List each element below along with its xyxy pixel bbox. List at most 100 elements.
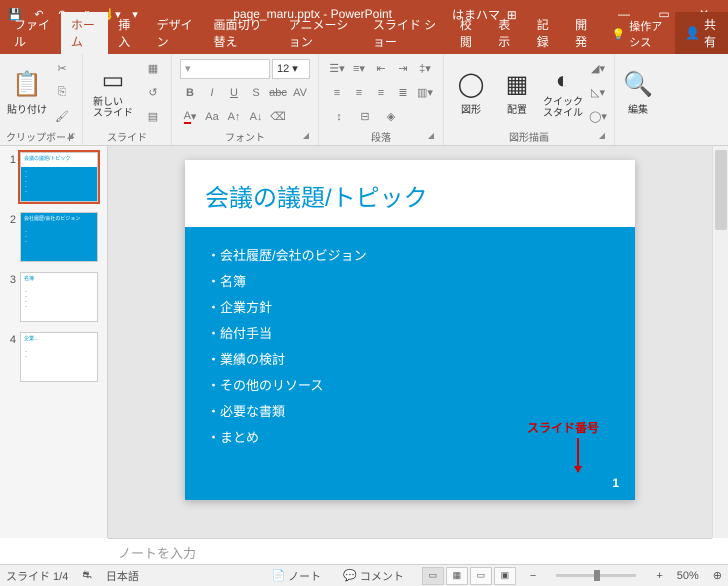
shape-effects-button[interactable]: ◯▾: [588, 107, 608, 127]
group-drawing: ◯図形 ▦配置 ◐クイック スタイル ◢▾ ◺▾ ◯▾ 図形描画 ◢: [444, 54, 615, 145]
scrollbar-thumb[interactable]: [715, 150, 727, 230]
text-direction-button[interactable]: ↕: [327, 107, 351, 127]
new-slide-button[interactable]: ▭ 新しい スライド: [89, 60, 137, 126]
notes-toggle[interactable]: 📄 ノート: [267, 568, 325, 584]
strikethrough-button[interactable]: abc: [268, 83, 288, 103]
copy-icon[interactable]: ⎘: [52, 83, 72, 103]
editing-button[interactable]: 🔍編集: [621, 60, 655, 126]
smartart-button[interactable]: ◈: [379, 107, 403, 127]
tab-animations[interactable]: アニメーション: [279, 12, 363, 54]
layout-icon[interactable]: ▦: [141, 59, 165, 79]
workspace: 1 会議の議題/トピック ・・・・・ 2 会社履歴/会社のビジョン ・・・ 3 …: [0, 146, 728, 538]
quick-styles-button[interactable]: ◐クイック スタイル: [542, 60, 584, 126]
italic-button[interactable]: I: [202, 83, 222, 103]
thumb-number: 3: [4, 272, 16, 322]
reset-icon[interactable]: ↺: [141, 83, 165, 103]
language-indicator[interactable]: 日本語: [106, 568, 139, 584]
tab-file[interactable]: ファイル: [4, 12, 61, 54]
group-editing: 🔍編集: [615, 54, 661, 145]
thumbnail-pane[interactable]: 1 会議の議題/トピック ・・・・・ 2 会社履歴/会社のビジョン ・・・ 3 …: [0, 146, 108, 538]
annotation-arrow: [577, 438, 579, 472]
paragraph-launcher-icon[interactable]: ◢: [425, 131, 437, 143]
clipboard-launcher-icon[interactable]: ◢: [64, 131, 76, 143]
tab-view[interactable]: 表示: [488, 12, 526, 54]
paste-button[interactable]: 📋 貼り付け: [6, 60, 48, 126]
tell-me-search[interactable]: 💡 操作アシス: [604, 14, 675, 54]
thumb-preview: 企業… ・・: [20, 332, 98, 382]
slide-title-placeholder[interactable]: 会議の議題/トピック: [185, 160, 635, 227]
tab-review[interactable]: 校閲: [450, 12, 488, 54]
shapes-button[interactable]: ◯図形: [450, 60, 492, 126]
current-slide[interactable]: 会議の議題/トピック 会社履歴/会社のビジョン 名簿 企業方針 給付手当 業績の…: [185, 160, 635, 500]
group-drawing-label: 図形描画: [509, 129, 549, 144]
align-text-button[interactable]: ⊟: [353, 107, 377, 127]
ribbon: 📋 貼り付け ✂ ⎘ 🖌 クリップボード◢ ▭ 新しい スライド ▦ ↺ ▤ ス…: [0, 54, 728, 146]
cut-icon[interactable]: ✂: [52, 59, 72, 79]
font-launcher-icon[interactable]: ◢: [300, 131, 312, 143]
bullets-button[interactable]: ☰▾: [327, 59, 347, 79]
indent-inc-button[interactable]: ⇥: [393, 59, 413, 79]
align-left-button[interactable]: ≡: [327, 83, 347, 103]
drawing-launcher-icon[interactable]: ◢: [596, 131, 608, 143]
align-right-button[interactable]: ≡: [371, 83, 391, 103]
justify-button[interactable]: ≣: [393, 83, 413, 103]
shadow-button[interactable]: S: [246, 83, 266, 103]
thumbnail-slide-1[interactable]: 1 会議の議題/トピック ・・・・・: [4, 152, 103, 202]
font-size-select[interactable]: 12 ▾: [272, 59, 310, 79]
thumbnail-slide-4[interactable]: 4 企業… ・・: [4, 332, 103, 382]
quick-styles-icon: ◐: [556, 67, 571, 95]
char-spacing-button[interactable]: AV: [290, 83, 310, 103]
section-icon[interactable]: ▤: [141, 107, 165, 127]
tab-transitions[interactable]: 画面切り替え: [203, 12, 278, 54]
vertical-scrollbar[interactable]: [712, 146, 728, 538]
change-case-button[interactable]: Aa: [202, 107, 222, 127]
slideshow-view-button[interactable]: ▣: [494, 567, 516, 585]
shape-fill-button[interactable]: ◢▾: [588, 59, 608, 79]
tab-design[interactable]: デザイン: [147, 12, 204, 54]
reading-view-button[interactable]: ▭: [470, 567, 492, 585]
shape-outline-button[interactable]: ◺▾: [588, 83, 608, 103]
spellcheck-icon[interactable]: ⛐: [82, 569, 92, 583]
tab-slideshow[interactable]: スライド ショー: [363, 12, 450, 54]
format-painter-icon[interactable]: 🖌: [52, 107, 72, 127]
numbering-button[interactable]: ≡▾: [349, 59, 369, 79]
notes-placeholder: ノートを入力: [118, 546, 196, 561]
zoom-in-button[interactable]: +: [656, 570, 662, 582]
group-editing-label: [621, 129, 655, 143]
clear-format-button[interactable]: ⌫: [268, 107, 288, 127]
normal-view-button[interactable]: ▭: [422, 567, 444, 585]
shrink-font-button[interactable]: A↓: [246, 107, 266, 127]
arrange-button[interactable]: ▦配置: [496, 60, 538, 126]
slide-title-text: 会議の議題/トピック: [205, 178, 615, 213]
slide-editing-area[interactable]: 会議の議題/トピック 会社履歴/会社のビジョン 名簿 企業方針 給付手当 業績の…: [108, 146, 712, 538]
columns-button[interactable]: ▥▾: [415, 83, 435, 103]
slide-number: 1: [612, 476, 619, 490]
align-center-button[interactable]: ≡: [349, 83, 369, 103]
fit-to-window-button[interactable]: ⊕: [713, 569, 722, 582]
font-name-select[interactable]: ▾: [180, 59, 270, 79]
zoom-out-button[interactable]: −: [530, 570, 536, 582]
share-button[interactable]: 👤 共有: [675, 12, 728, 54]
grow-font-button[interactable]: A↑: [224, 107, 244, 127]
group-slides-label: スライド: [89, 129, 165, 143]
line-spacing-button[interactable]: ‡▾: [415, 59, 435, 79]
underline-button[interactable]: U: [224, 83, 244, 103]
slide-indicator[interactable]: スライド 1/4: [6, 568, 68, 584]
sorter-view-button[interactable]: ▦: [446, 567, 468, 585]
font-color-button[interactable]: A▾: [180, 107, 200, 127]
zoom-slider[interactable]: [556, 574, 636, 577]
tab-insert[interactable]: 挿入: [108, 12, 146, 54]
thumbnail-slide-2[interactable]: 2 会社履歴/会社のビジョン ・・・: [4, 212, 103, 262]
zoom-level[interactable]: 50%: [677, 570, 699, 582]
thumb-number: 1: [4, 152, 16, 202]
tab-developer[interactable]: 開発: [565, 12, 603, 54]
tab-home[interactable]: ホーム: [61, 12, 108, 54]
comments-toggle[interactable]: 💬 コメント: [339, 568, 408, 584]
bold-button[interactable]: B: [180, 83, 200, 103]
tab-record[interactable]: 記録: [527, 12, 565, 54]
notes-pane[interactable]: ノートを入力: [108, 538, 712, 564]
thumb-preview: 会議の議題/トピック ・・・・・: [20, 152, 98, 202]
indent-dec-button[interactable]: ⇤: [371, 59, 391, 79]
thumbnail-slide-3[interactable]: 3 名簿 ・・・・: [4, 272, 103, 322]
editor-pane: 会議の議題/トピック 会社履歴/会社のビジョン 名簿 企業方針 給付手当 業績の…: [108, 146, 728, 538]
